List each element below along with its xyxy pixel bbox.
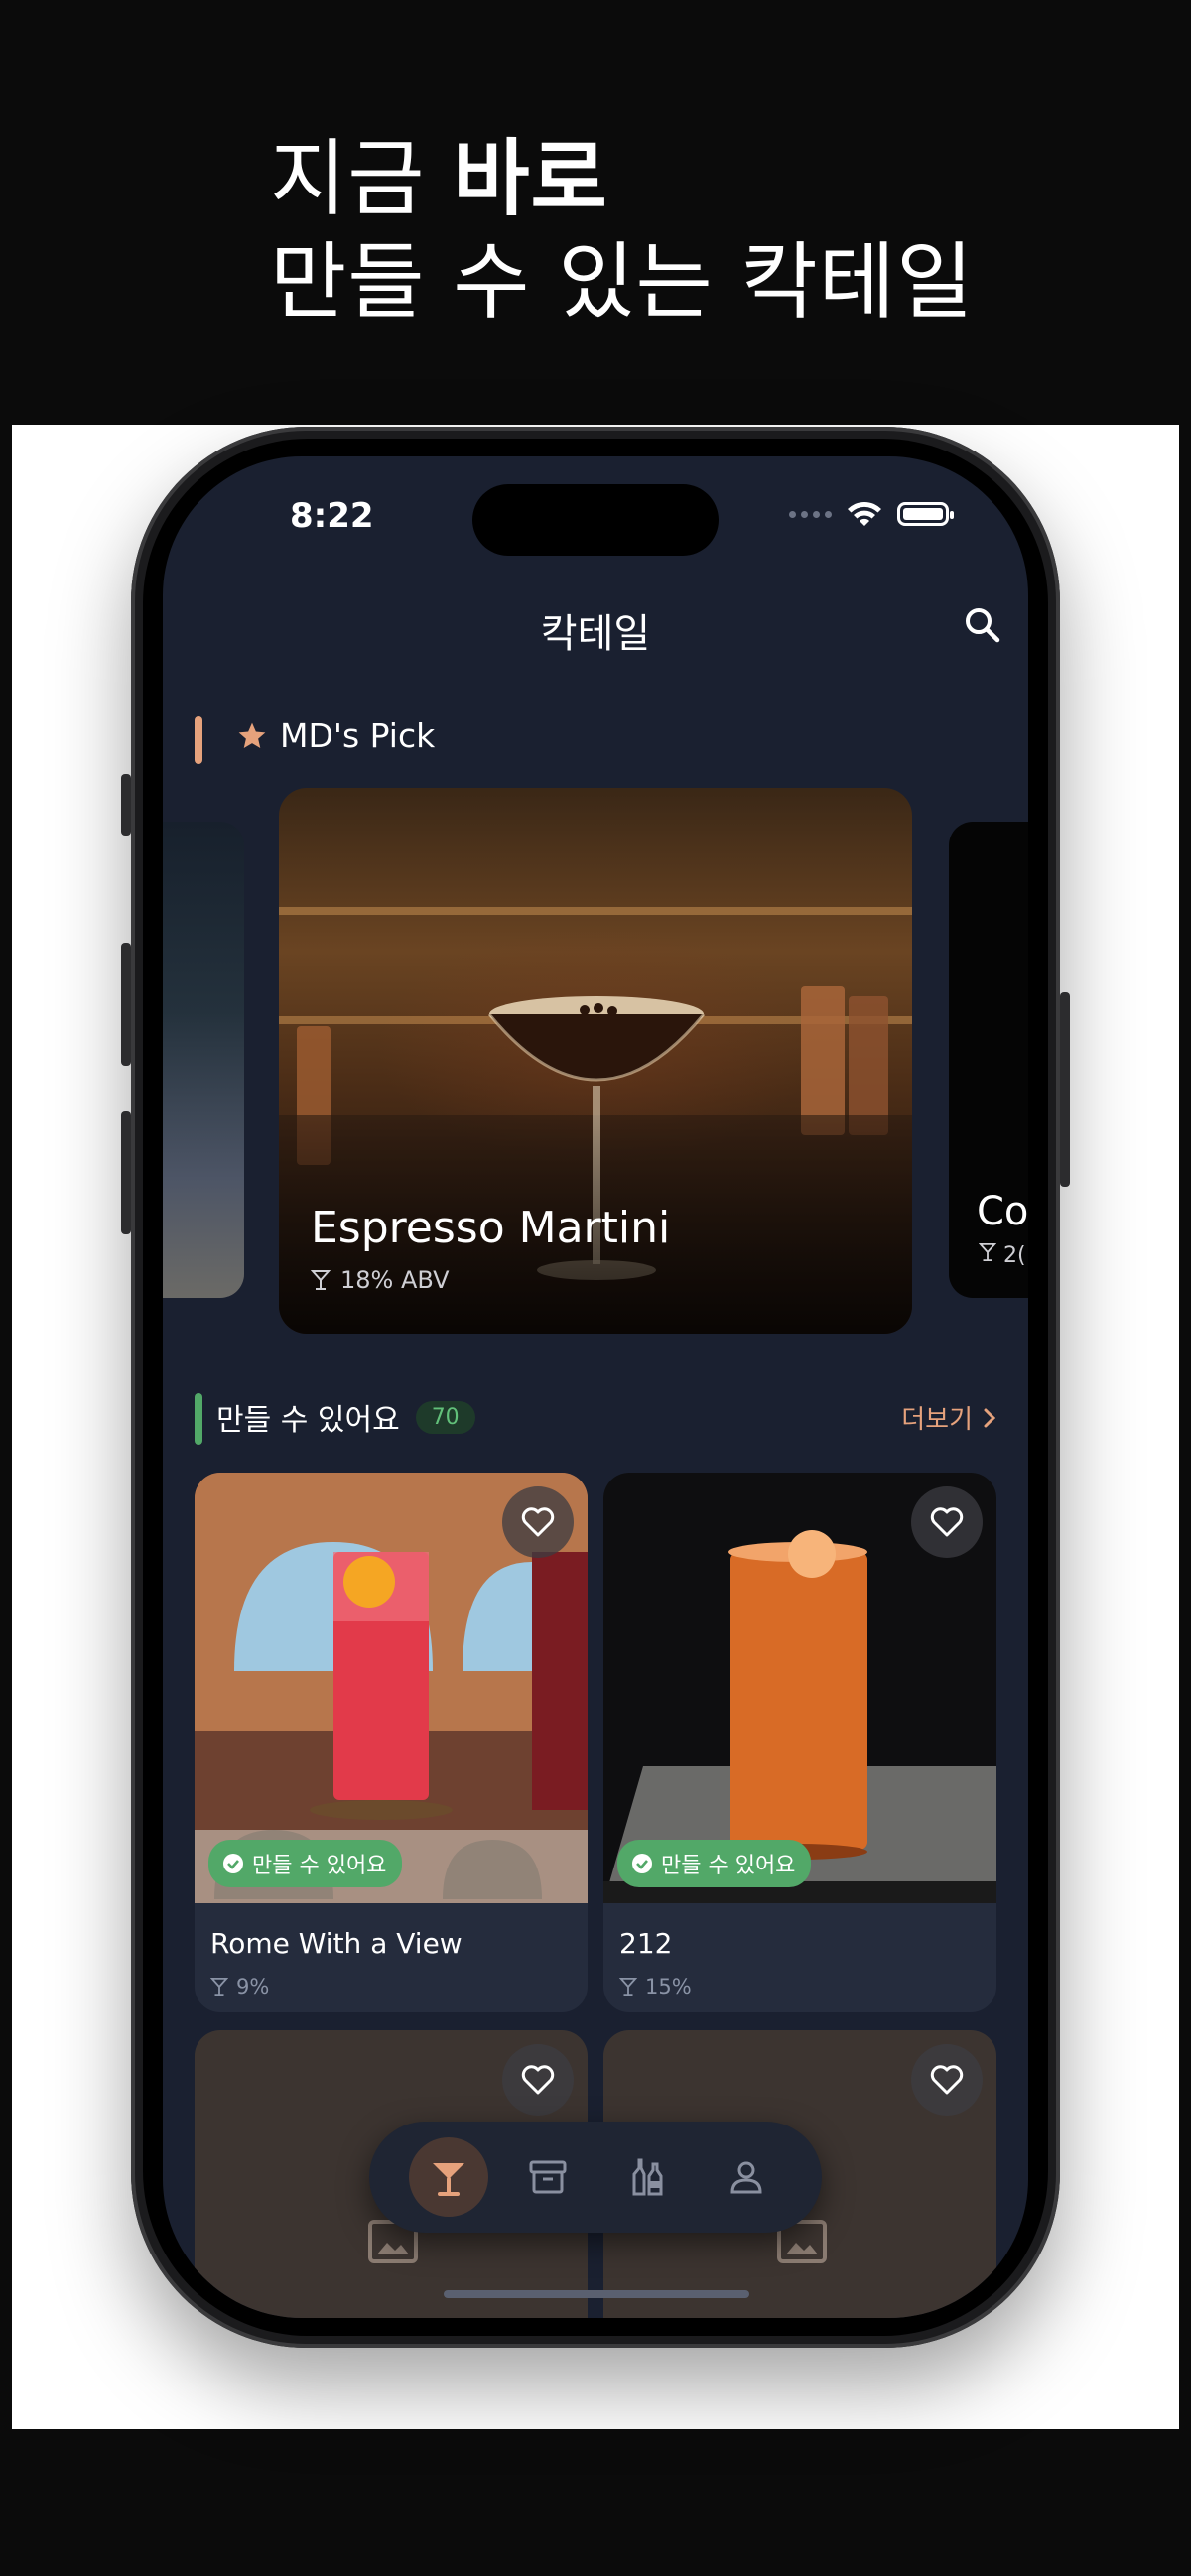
available-title: 만들 수 있어요 [216, 1403, 400, 1438]
cocktail-name: 212 [619, 1927, 673, 1960]
cocktail-card-212[interactable]: 만들 수 있어요 212 15% [603, 1473, 996, 2012]
power-button [1060, 992, 1070, 1187]
star-icon [238, 722, 266, 748]
available-count-badge: 70 [415, 1400, 475, 1434]
heart-icon [521, 2065, 555, 2095]
favorite-button[interactable] [911, 2044, 983, 2116]
glass-icon [619, 1978, 637, 1996]
status-icons [789, 500, 954, 528]
headline-prefix: 지금 [270, 130, 426, 227]
tab-profile[interactable] [707, 2137, 786, 2217]
promo-headline: 지금 바로 만들 수 있는 칵테일 [270, 127, 1163, 333]
status-time: 8:22 [290, 496, 374, 536]
featured-cocktail-abv: 18% ABV [311, 1266, 450, 1294]
volume-up-button [121, 943, 131, 1066]
featured-abv-text: 18% ABV [340, 1266, 450, 1294]
signal-icon [789, 510, 832, 518]
heart-icon [521, 1507, 555, 1537]
tab-archive[interactable] [508, 2137, 588, 2217]
battery-icon [897, 502, 954, 526]
cocktail-abv: 9% [210, 1975, 269, 1998]
next-cocktail-abv: 2( [978, 1242, 1026, 1268]
cocktail-abv: 15% [619, 1975, 692, 1998]
chevron-right-icon [984, 1408, 996, 1427]
bottles-icon [632, 2158, 663, 2196]
md-pick-accent-bar [195, 716, 202, 764]
archive-box-icon [529, 2160, 567, 2194]
check-circle-icon [632, 1854, 652, 1873]
tab-ingredients[interactable] [607, 2137, 687, 2217]
check-circle-icon [223, 1854, 243, 1873]
see-more-link[interactable]: 더보기 [901, 1399, 996, 1436]
volume-down-button [121, 1111, 131, 1234]
favorite-button[interactable] [911, 1486, 983, 1558]
glass-icon [978, 1243, 997, 1261]
favorite-button[interactable] [502, 1486, 574, 1558]
carousel-card-next[interactable]: Co 2( [949, 822, 1028, 1298]
can-make-badge: 만들 수 있어요 [208, 1840, 403, 1887]
featured-cocktail-name: Espresso Martini [311, 1203, 671, 1253]
see-more-label: 더보기 [901, 1405, 973, 1435]
glass-icon [311, 1270, 331, 1290]
glass-icon [210, 1978, 228, 1996]
heart-icon [930, 2065, 964, 2095]
headline-line-2: 만들 수 있는 칵테일 [270, 233, 975, 330]
cocktail-card-rome-with-a-view[interactable]: 만들 수 있어요 Rome With a View 9% [195, 1473, 588, 2012]
featured-cocktail-card[interactable]: Espresso Martini 18% ABV [279, 788, 912, 1334]
cocktail-glass-icon [433, 2163, 464, 2196]
md-pick-label: MD's Pick [280, 716, 436, 755]
available-header: 만들 수 있어요 70 [216, 1395, 475, 1439]
dynamic-island [472, 484, 719, 556]
home-indicator [444, 2290, 749, 2298]
headline-bold: 바로 [453, 130, 608, 227]
person-icon [730, 2161, 762, 2194]
carousel-card-previous[interactable] [163, 822, 244, 1298]
wifi-icon [848, 501, 881, 526]
heart-icon [930, 1507, 964, 1537]
favorite-button[interactable] [502, 2044, 574, 2116]
page-title: 칵테일 [540, 611, 651, 657]
search-icon[interactable] [961, 603, 1004, 647]
tab-bar [369, 2122, 822, 2233]
available-accent-bar [195, 1393, 202, 1445]
app-screen: 8:22 칵테일 MD's Pick Espresso Martini 18% … [163, 456, 1028, 2318]
can-make-badge: 만들 수 있어요 [617, 1840, 812, 1887]
tab-cocktails[interactable] [409, 2137, 488, 2217]
md-pick-header: MD's Pick [236, 716, 435, 755]
next-cocktail-name: Co [977, 1189, 1028, 1234]
headline-line-1: 지금 바로 [270, 127, 1163, 230]
action-button [121, 774, 131, 836]
cocktail-name: Rome With a View [210, 1927, 463, 1960]
